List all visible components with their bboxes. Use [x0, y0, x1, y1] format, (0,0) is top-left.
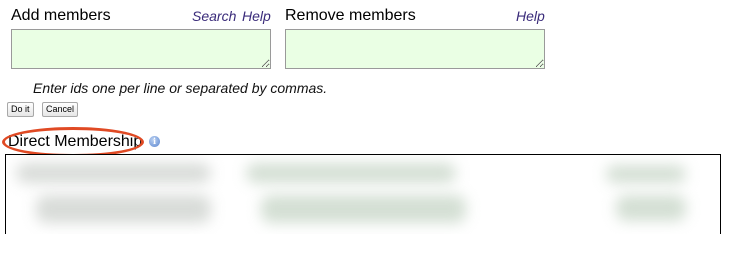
remove-members-heading: Remove members	[285, 7, 416, 24]
blurred-row	[246, 163, 456, 183]
blurred-row	[616, 195, 686, 221]
add-members-heading: Add members	[11, 7, 111, 24]
blurred-row	[36, 195, 211, 223]
annotation-circle	[2, 127, 144, 157]
blurred-row	[16, 163, 211, 183]
blurred-row	[261, 195, 466, 223]
remove-members-textarea[interactable]	[285, 29, 545, 69]
add-members-textarea[interactable]	[11, 29, 271, 69]
direct-membership-list	[5, 154, 721, 234]
search-link[interactable]: Search	[192, 8, 236, 24]
remove-members-help-link[interactable]: Help	[516, 8, 545, 24]
cancel-button[interactable]: Cancel	[42, 102, 79, 117]
ids-hint-text: Enter ids one per line or separated by c…	[33, 80, 328, 96]
add-members-help-link[interactable]: Help	[242, 8, 271, 24]
blurred-row	[606, 165, 686, 183]
info-icon[interactable]: i	[149, 136, 160, 147]
do-it-button[interactable]: Do it	[7, 102, 34, 117]
